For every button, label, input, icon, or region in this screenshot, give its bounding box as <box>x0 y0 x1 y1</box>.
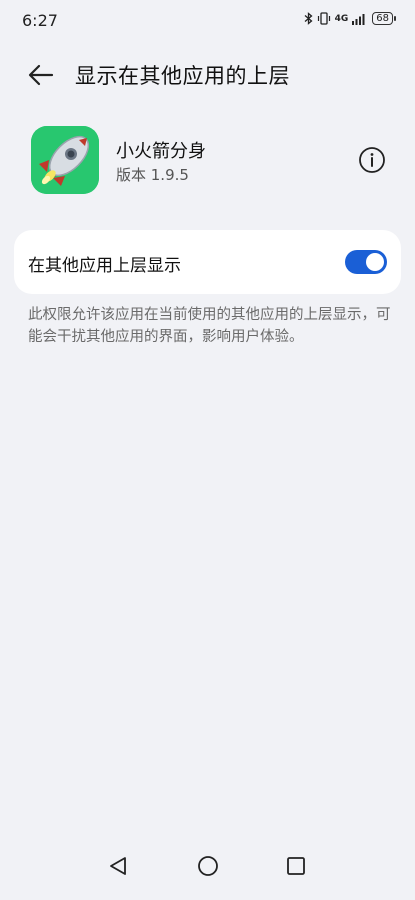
nav-recents-icon <box>287 857 305 875</box>
permission-description: 此权限允许该应用在当前使用的其他应用的上层显示，可能会干扰其他应用的界面，影响用… <box>28 307 391 345</box>
app-name: 小火箭分身 <box>116 141 206 162</box>
nav-back-icon <box>110 857 126 875</box>
nav-home-icon <box>198 856 218 876</box>
vibrate-icon <box>317 12 331 25</box>
status-bar: 6:27 4G 68 <box>0 0 415 40</box>
arrow-left-icon <box>28 64 54 86</box>
app-icon <box>31 126 99 194</box>
app-info-button[interactable] <box>358 146 386 174</box>
permission-label: 在其他应用上层显示 <box>28 256 181 276</box>
nav-home-button[interactable] <box>196 854 220 878</box>
status-icons: 4G 68 <box>304 12 396 25</box>
overlay-permission-toggle[interactable] <box>345 250 387 274</box>
bluetooth-icon <box>304 12 313 25</box>
signal-icon <box>352 13 366 25</box>
rocket-icon <box>31 126 99 194</box>
network-type: 4G <box>334 13 349 24</box>
page-title: 显示在其他应用的上层 <box>75 64 290 88</box>
info-icon <box>359 147 385 173</box>
battery-icon: 68 <box>372 12 396 25</box>
header: 显示在其他应用的上层 <box>0 52 415 96</box>
app-info-row: 小火箭分身 版本 1.9.5 <box>0 124 415 196</box>
status-time: 6:27 <box>22 11 58 30</box>
nav-back-button[interactable] <box>107 854 131 878</box>
app-version: 版本 1.9.5 <box>116 166 189 184</box>
permission-card: 在其他应用上层显示 <box>14 230 401 294</box>
nav-recents-button[interactable] <box>284 854 308 878</box>
back-button[interactable] <box>26 60 56 90</box>
navigation-bar <box>0 840 415 900</box>
toggle-knob <box>366 253 384 271</box>
